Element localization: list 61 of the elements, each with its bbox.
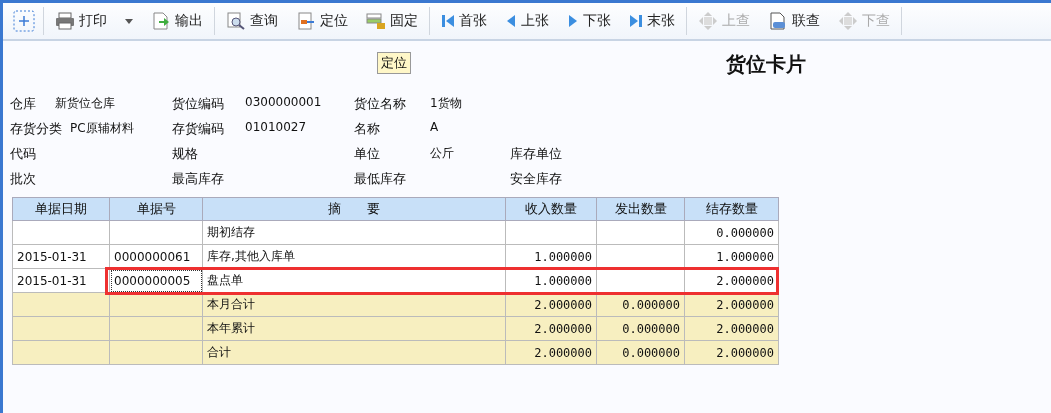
next-icon	[567, 13, 579, 29]
column-header: 收入数量	[505, 197, 597, 221]
export-icon	[151, 12, 171, 30]
table-cell: 2.000000	[684, 316, 779, 341]
table-cell: 2.000000	[505, 340, 597, 365]
toolbar-button[interactable]: 固定	[357, 6, 427, 36]
table-cell: 2015-01-31	[12, 268, 110, 293]
toolbar-button[interactable]: 首张	[432, 6, 496, 36]
field-value: 1货物	[430, 94, 462, 112]
field-label: 最低库存	[354, 169, 407, 188]
table-cell: 2.000000	[505, 316, 597, 341]
field-label: 仓库	[10, 94, 37, 113]
column-header: 摘 要	[202, 197, 506, 221]
field-label: 库存单位	[510, 144, 563, 163]
column-header: 结存数量	[684, 197, 779, 221]
table-cell: 0000000005	[109, 268, 203, 293]
table-cell: 0.000000	[596, 316, 685, 341]
field-label: 存货编码	[172, 119, 225, 138]
first-icon	[441, 13, 455, 29]
toolbar-button[interactable]: 打印	[46, 6, 142, 36]
previous-icon	[505, 13, 517, 29]
field-label: 存货分类	[10, 119, 63, 138]
link-icon	[768, 12, 788, 30]
field-label: 代码	[10, 144, 37, 163]
toolbar-button[interactable]: 上张	[496, 6, 558, 36]
toolbar-button[interactable]: 查询	[217, 6, 287, 36]
toolbar-button[interactable]: 定位	[287, 6, 357, 36]
toolbar-button[interactable]: 联查	[759, 6, 829, 36]
table-cell: 0.000000	[596, 340, 685, 365]
search-icon	[226, 12, 246, 30]
field-value: 01010027	[245, 119, 307, 136]
table-cell: 本年累计	[202, 316, 506, 341]
field-value: 0300000001	[245, 94, 322, 111]
field-value: 新货位仓库	[55, 94, 115, 112]
table-cell: 2015-01-31	[12, 244, 110, 269]
locate-tag: 定位	[377, 52, 411, 74]
field-value: 公斤	[430, 144, 454, 162]
field-value: A	[430, 119, 439, 136]
toolbar-button[interactable]: 下张	[558, 6, 620, 36]
document-arrow-icon	[296, 12, 316, 30]
field-label: 批次	[10, 169, 37, 188]
printer-icon	[55, 12, 75, 30]
toolbar-button[interactable]: 末张	[620, 6, 684, 36]
table-cell: 期初结存	[202, 220, 506, 245]
field-label: 单位	[354, 144, 381, 163]
column-header: 单据日期	[12, 197, 110, 221]
column-header: 单据号	[109, 197, 203, 221]
field-label: 名称	[354, 119, 381, 138]
last-icon	[629, 13, 643, 29]
field-label: 货位名称	[354, 94, 407, 113]
toolbar-button[interactable]: 输出	[142, 6, 212, 36]
card-title: 货位卡片	[726, 51, 806, 78]
table-cell: 合计	[202, 340, 506, 365]
field-label: 最高库存	[172, 169, 225, 188]
column-header: 发出数量	[596, 197, 685, 221]
table-cell: 2.000000	[684, 340, 779, 365]
field-label: 规格	[172, 144, 199, 163]
field-label: 安全库存	[510, 169, 563, 188]
field-label: 货位编码	[172, 94, 225, 113]
table-cell: 0.000000	[684, 220, 779, 245]
field-value: PC原辅材料	[70, 119, 134, 137]
